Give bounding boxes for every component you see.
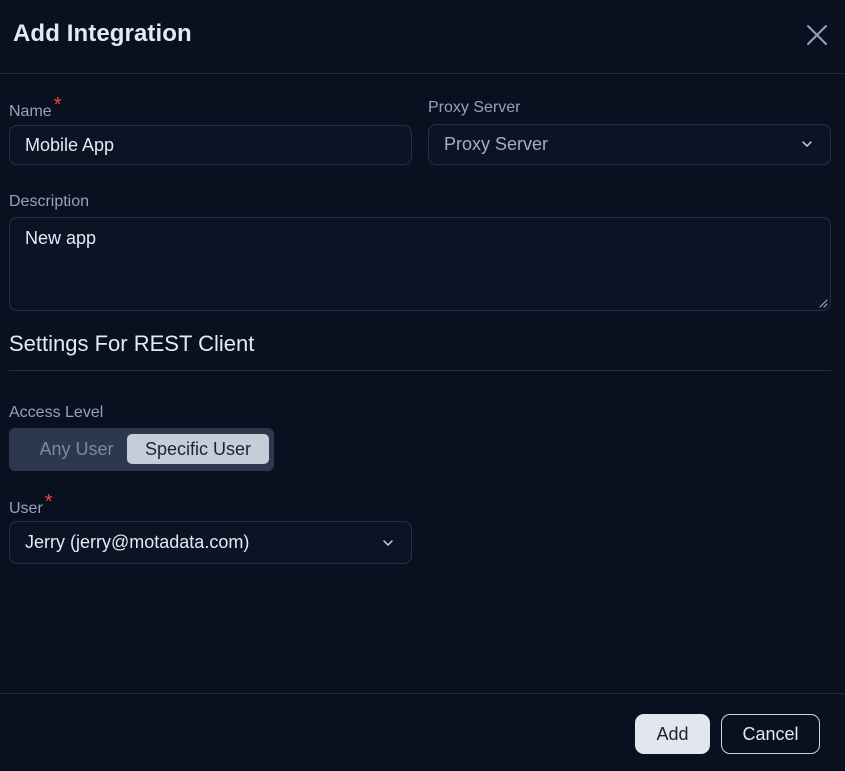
dialog-footer [0,693,845,771]
name-label-text: Name [9,103,52,120]
proxy-server-select[interactable]: Proxy Server [428,124,831,165]
close-icon [807,25,827,45]
section-title: Settings For REST Client [9,331,255,356]
proxy-server-value: Proxy Server [444,134,549,154]
user-select[interactable]: Jerry (jerry@motadata.com) [9,521,412,564]
chevron-down-icon [383,540,393,546]
user-label: User * [9,491,53,519]
add-button[interactable]: Add [635,714,710,754]
dialog-header: Add Integration [0,0,845,74]
description-value: New app [25,228,97,248]
access-option-any-user[interactable]: Any User [18,434,135,464]
close-button[interactable] [803,21,831,49]
required-marker: * [44,491,53,513]
description-textarea[interactable]: New app [9,217,831,311]
description-label: Description [9,193,90,210]
user-label-text: User [9,500,43,517]
section-divider [9,370,831,371]
proxy-server-label: Proxy Server [428,99,521,116]
resize-handle-icon[interactable] [818,298,828,308]
user-select-value: Jerry (jerry@motadata.com) [25,532,250,552]
cancel-button[interactable]: Cancel [721,714,820,754]
name-label: Name * [9,94,61,122]
dialog-title: Add Integration [13,20,192,47]
required-marker: * [53,94,62,116]
chevron-down-icon [802,141,812,147]
add-integration-dialog: Add Integration Name * Mobile App Proxy S… [0,0,845,771]
access-option-specific-user[interactable]: Specific User [127,434,269,464]
name-input[interactable]: Mobile App [9,125,412,165]
access-level-toggle: Any User Specific User [9,428,274,471]
name-input-value: Mobile App [25,134,115,155]
access-level-label: Access Level [9,404,104,421]
